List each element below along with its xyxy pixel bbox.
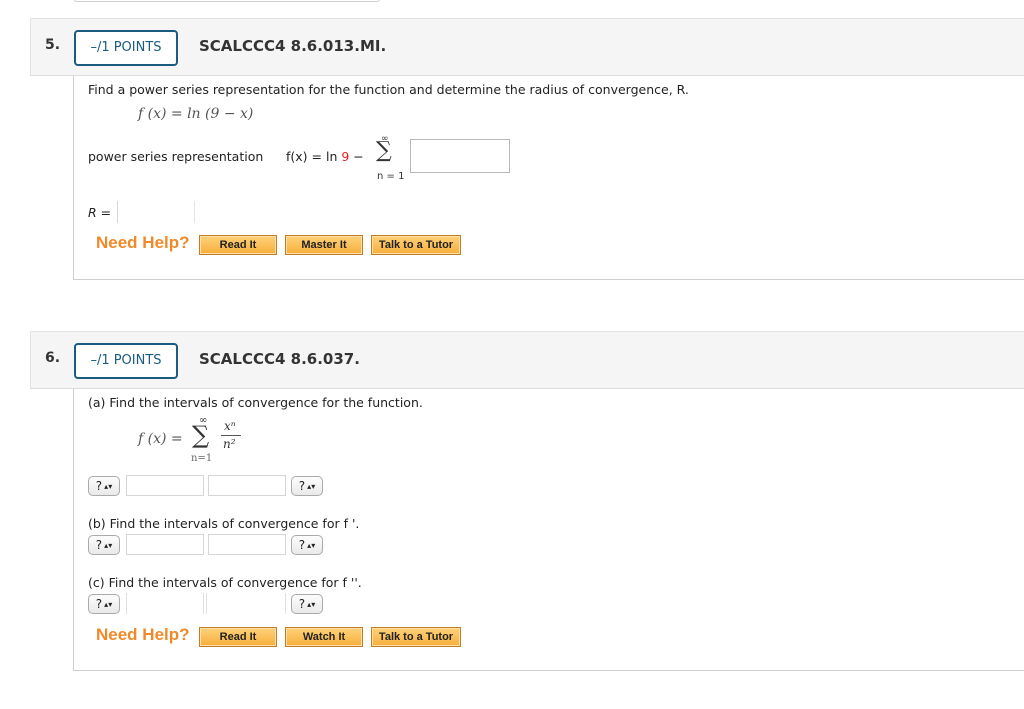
talk-to-tutor-button[interactable]: Talk to a Tutor: [371, 235, 461, 255]
select-value: ?: [95, 597, 103, 611]
question-6-header: 6. –/1 POINTS SCALCCC4 8.6.037.: [30, 331, 1024, 389]
question-code: SCALCCC4 8.6.037.: [199, 350, 360, 368]
need-help-label: Need Help?: [96, 233, 190, 252]
right-bracket-select-a[interactable]: ? ▴▾: [291, 476, 323, 496]
function-display: f (x) = ln (9 − x): [138, 106, 254, 122]
question-number: 6.: [45, 350, 61, 366]
question-5-body: Find a power series representation for t…: [73, 76, 1024, 280]
lower-bound-input-a[interactable]: [126, 475, 204, 496]
fraction-denominator: n²: [223, 437, 236, 451]
points-badge[interactable]: –/1 POINTS: [74, 343, 178, 379]
previous-question-box-edge: [74, 0, 380, 2]
sigma-symbol: ∑: [192, 421, 210, 449]
talk-to-tutor-button[interactable]: Talk to a Tutor: [371, 627, 461, 647]
sum-lower-limit: n=1: [191, 453, 213, 464]
sum-lower-limit: n = 1: [377, 171, 405, 182]
updown-arrows-icon: ▴▾: [307, 541, 316, 550]
lower-bound-input-c[interactable]: [126, 593, 204, 614]
watch-it-button[interactable]: Watch It: [285, 627, 363, 647]
master-it-button[interactable]: Master It: [285, 235, 363, 255]
question-number: 5.: [45, 37, 61, 53]
updown-arrows-icon: ▴▾: [307, 600, 316, 609]
upper-bound-input-c[interactable]: [206, 593, 286, 614]
series-expression: f(x) = ln 9 −: [286, 149, 364, 164]
points-badge[interactable]: –/1 POINTS: [74, 30, 178, 66]
left-bracket-select-a[interactable]: ? ▴▾: [88, 476, 120, 496]
function-lhs: f (x) =: [138, 431, 183, 447]
fraction-numerator: xⁿ: [224, 419, 236, 433]
select-value: ?: [95, 479, 103, 493]
part-a-prompt: (a) Find the intervals of convergence fo…: [88, 395, 423, 410]
lower-bound-input-b[interactable]: [126, 534, 204, 555]
select-value: ?: [298, 479, 306, 493]
sigma-symbol: ∑: [376, 138, 392, 163]
part-c-prompt: (c) Find the intervals of convergence fo…: [88, 575, 362, 590]
updown-arrows-icon: ▴▾: [307, 482, 316, 491]
series-term-input[interactable]: [410, 139, 510, 173]
series-minus: −: [349, 149, 364, 164]
question-prompt: Find a power series representation for t…: [88, 82, 689, 97]
updown-arrows-icon: ▴▾: [104, 600, 113, 609]
read-it-button[interactable]: Read It: [199, 627, 277, 647]
select-value: ?: [95, 538, 103, 552]
left-bracket-select-c[interactable]: ? ▴▾: [88, 594, 120, 614]
fraction-bar: [221, 435, 241, 436]
radius-input[interactable]: [117, 201, 195, 223]
upper-bound-input-a[interactable]: [208, 475, 286, 496]
left-bracket-select-b[interactable]: ? ▴▾: [88, 535, 120, 555]
upper-bound-input-b[interactable]: [208, 534, 286, 555]
read-it-button[interactable]: Read It: [199, 235, 277, 255]
need-help-label: Need Help?: [96, 625, 190, 644]
question-6-body: (a) Find the intervals of convergence fo…: [73, 389, 1024, 671]
right-bracket-select-b[interactable]: ? ▴▾: [291, 535, 323, 555]
question-code: SCALCCC4 8.6.013.MI.: [199, 37, 387, 55]
part-b-prompt: (b) Find the intervals of convergence fo…: [88, 516, 360, 531]
radius-label-text: R =: [88, 205, 112, 220]
updown-arrows-icon: ▴▾: [104, 482, 113, 491]
updown-arrows-icon: ▴▾: [104, 541, 113, 550]
select-value: ?: [298, 597, 306, 611]
power-series-label: power series representation: [88, 149, 264, 164]
radius-label: R =: [88, 205, 111, 220]
select-value: ?: [298, 538, 306, 552]
right-bracket-select-c[interactable]: ? ▴▾: [291, 594, 323, 614]
series-prefix: f(x) = ln: [286, 149, 342, 164]
question-5-header: 5. –/1 POINTS SCALCCC4 8.6.013.MI.: [30, 18, 1024, 76]
